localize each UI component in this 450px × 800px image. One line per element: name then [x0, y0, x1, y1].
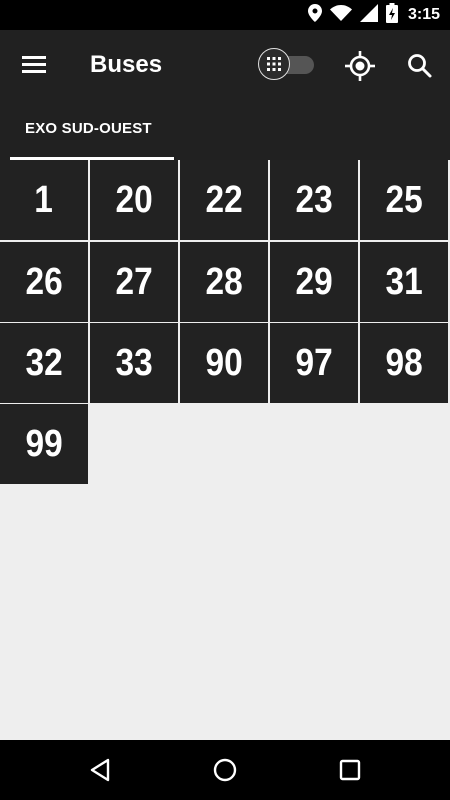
- menu-icon: [18, 56, 52, 84]
- app-bar: Buses: [0, 30, 450, 100]
- grid-view-toggle[interactable]: [258, 48, 318, 82]
- route-number: 1: [34, 178, 54, 221]
- route-number: 22: [205, 178, 243, 221]
- route-tile[interactable]: 27: [90, 242, 178, 322]
- route-number: 98: [385, 341, 423, 384]
- route-number: 23: [295, 178, 333, 221]
- route-tile[interactable]: 99: [0, 404, 88, 484]
- route-tile[interactable]: 28: [180, 242, 268, 322]
- route-tile[interactable]: 29: [270, 242, 358, 322]
- tab-label: EXO SUD-OUEST: [25, 120, 152, 137]
- route-tile[interactable]: 23: [270, 160, 358, 240]
- recents-button[interactable]: [335, 755, 365, 785]
- recents-icon: [335, 759, 365, 789]
- search-button[interactable]: [405, 51, 435, 81]
- route-number: 28: [205, 260, 243, 303]
- search-icon: [405, 54, 435, 85]
- home-icon: [210, 758, 240, 789]
- route-number: 27: [115, 260, 153, 303]
- route-tile[interactable]: 25: [360, 160, 448, 240]
- route-number: 97: [295, 341, 333, 384]
- route-tile[interactable]: 33: [90, 323, 178, 403]
- wifi-icon: [329, 4, 352, 26]
- battery-charging-icon: [385, 2, 398, 28]
- route-number: 33: [115, 341, 153, 384]
- route-tile[interactable]: 97: [270, 323, 358, 403]
- signal-icon: [359, 3, 378, 27]
- route-tile[interactable]: 1: [0, 160, 88, 240]
- route-number: 90: [205, 341, 243, 384]
- route-tile[interactable]: 32: [0, 323, 88, 403]
- route-number: 99: [25, 422, 63, 465]
- location-icon: [307, 3, 322, 27]
- menu-button[interactable]: [18, 50, 52, 80]
- back-button[interactable]: [86, 755, 116, 785]
- system-nav-bar: [0, 740, 450, 800]
- route-number: 31: [385, 260, 423, 303]
- tab-bar: EXO SUD-OUEST: [0, 100, 450, 160]
- route-tile[interactable]: 90: [180, 323, 268, 403]
- route-number: 32: [25, 341, 63, 384]
- route-number: 26: [25, 260, 63, 303]
- route-tile[interactable]: 26: [0, 242, 88, 322]
- route-tile[interactable]: 98: [360, 323, 448, 403]
- route-number: 20: [115, 178, 153, 221]
- home-button[interactable]: [210, 755, 240, 785]
- back-icon: [86, 758, 116, 789]
- page-title: Buses: [90, 51, 163, 78]
- route-number: 25: [385, 178, 423, 221]
- status-time: 3:15: [407, 6, 440, 23]
- route-number: 29: [295, 260, 333, 303]
- route-tile[interactable]: 20: [90, 160, 178, 240]
- grid-view-toggle-icon: [258, 48, 290, 80]
- my-location-button[interactable]: [344, 50, 376, 82]
- my-location-icon: [344, 51, 376, 86]
- tab-exo-sud-ouest[interactable]: EXO SUD-OUEST: [10, 100, 174, 160]
- route-tile[interactable]: 31: [360, 242, 448, 322]
- route-tile[interactable]: 22: [180, 160, 268, 240]
- status-bar: 3:15: [0, 0, 450, 30]
